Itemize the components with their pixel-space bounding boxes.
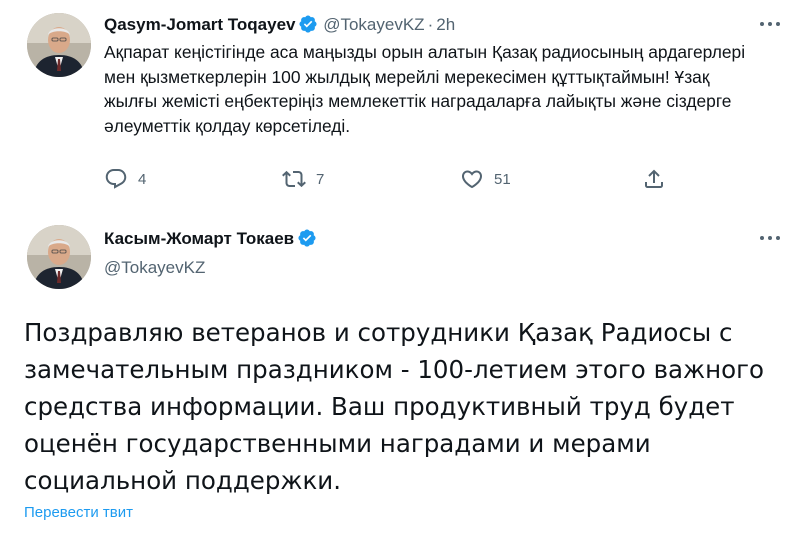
more-options-icon[interactable]	[756, 14, 784, 34]
reply-count: 4	[138, 170, 147, 188]
tweet-header: Касым-Жомарт Токаев	[104, 228, 317, 249]
heart-icon	[460, 167, 484, 191]
verified-badge-icon	[297, 228, 317, 248]
retweet-count: 7	[316, 170, 325, 188]
avatar-image	[27, 225, 91, 289]
translate-tweet-link[interactable]: Перевести твит	[24, 504, 133, 521]
share-icon	[642, 167, 666, 191]
retweet-icon	[282, 167, 306, 191]
tweet-text: Ақпарат кеңістігінде аса маңызды орын ал…	[104, 42, 746, 136]
avatar-image	[27, 13, 91, 77]
author-avatar[interactable]	[27, 225, 91, 289]
more-options-icon[interactable]	[756, 228, 784, 248]
author-name[interactable]: Касым-Жомарт Токаев	[104, 229, 294, 248]
author-name[interactable]: Qasym-Jomart Toqayev	[104, 15, 295, 34]
tweet-header: Qasym-Jomart Toqayev @TokayevKZ · 2h	[104, 14, 455, 38]
like-count: 51	[494, 170, 511, 188]
verified-badge-icon	[298, 14, 318, 34]
reply-icon	[104, 167, 128, 191]
tweet-text: Поздравляю ветеранов и сотрудники Қазақ …	[24, 318, 764, 495]
separator-dot: ·	[427, 15, 434, 34]
tweet-timestamp[interactable]: 2h	[436, 15, 455, 34]
author-handle[interactable]: @TokayevKZ	[323, 15, 424, 34]
retweet-button[interactable]: 7	[282, 165, 324, 193]
author-avatar[interactable]	[27, 13, 91, 77]
tweet-actions: 4 7 51	[104, 165, 684, 193]
share-button[interactable]	[642, 165, 666, 193]
reply-button[interactable]: 4	[104, 165, 146, 193]
author-handle[interactable]: @TokayevKZ	[104, 258, 205, 278]
like-button[interactable]: 51	[460, 165, 511, 193]
